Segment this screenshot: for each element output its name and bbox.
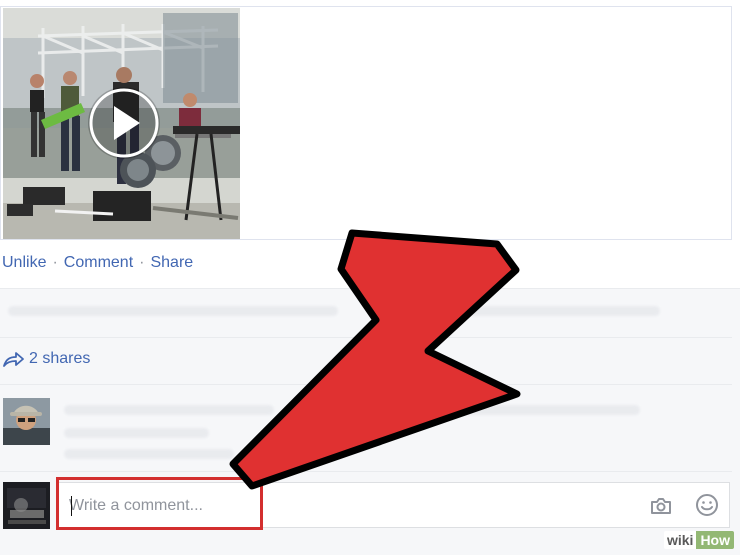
comment-input[interactable]: [69, 494, 619, 518]
action-separator: ·: [139, 254, 145, 271]
video-thumbnail[interactable]: [3, 8, 240, 239]
blurred-comment-line: [64, 449, 234, 459]
blurred-like-line: [8, 306, 338, 316]
commenter-avatar[interactable]: [3, 398, 50, 445]
unlike-link[interactable]: Unlike: [2, 254, 46, 271]
comment-link[interactable]: Comment: [64, 254, 133, 271]
action-separator: ·: [52, 254, 58, 271]
divider-top: [0, 337, 732, 338]
divider-middle: [0, 384, 732, 385]
share-arrow-icon: [3, 352, 24, 367]
avatar-photo: [3, 482, 50, 529]
blurred-comment-line: [64, 428, 209, 438]
blurred-comment-line: [64, 405, 274, 415]
watermark-how-text: How: [696, 531, 734, 549]
divider-bottom: [0, 471, 732, 472]
blurred-like-line: [430, 306, 660, 316]
shares-count: 2 shares: [29, 350, 91, 367]
band-photo: [3, 8, 240, 239]
shares-link[interactable]: 2 shares: [2, 350, 90, 368]
post-actions: Unlike · Comment · Share: [2, 254, 193, 272]
emoji-icon[interactable]: [695, 493, 719, 517]
share-link[interactable]: Share: [150, 254, 193, 271]
camera-shape: [651, 498, 671, 514]
blurred-comment-line: [450, 405, 640, 415]
camera-icon[interactable]: [649, 494, 673, 518]
current-user-avatar[interactable]: [3, 482, 50, 529]
emoji-shape: [696, 494, 718, 516]
avatar-photo: [3, 398, 50, 445]
wikihow-watermark: wiki How: [663, 531, 734, 549]
comment-box[interactable]: [58, 482, 730, 528]
watermark-wiki-text: wiki: [663, 531, 697, 549]
text-cursor: [71, 496, 72, 516]
facebook-post-screenshot: Unlike · Comment · Share 2 shares Write …: [0, 0, 740, 555]
